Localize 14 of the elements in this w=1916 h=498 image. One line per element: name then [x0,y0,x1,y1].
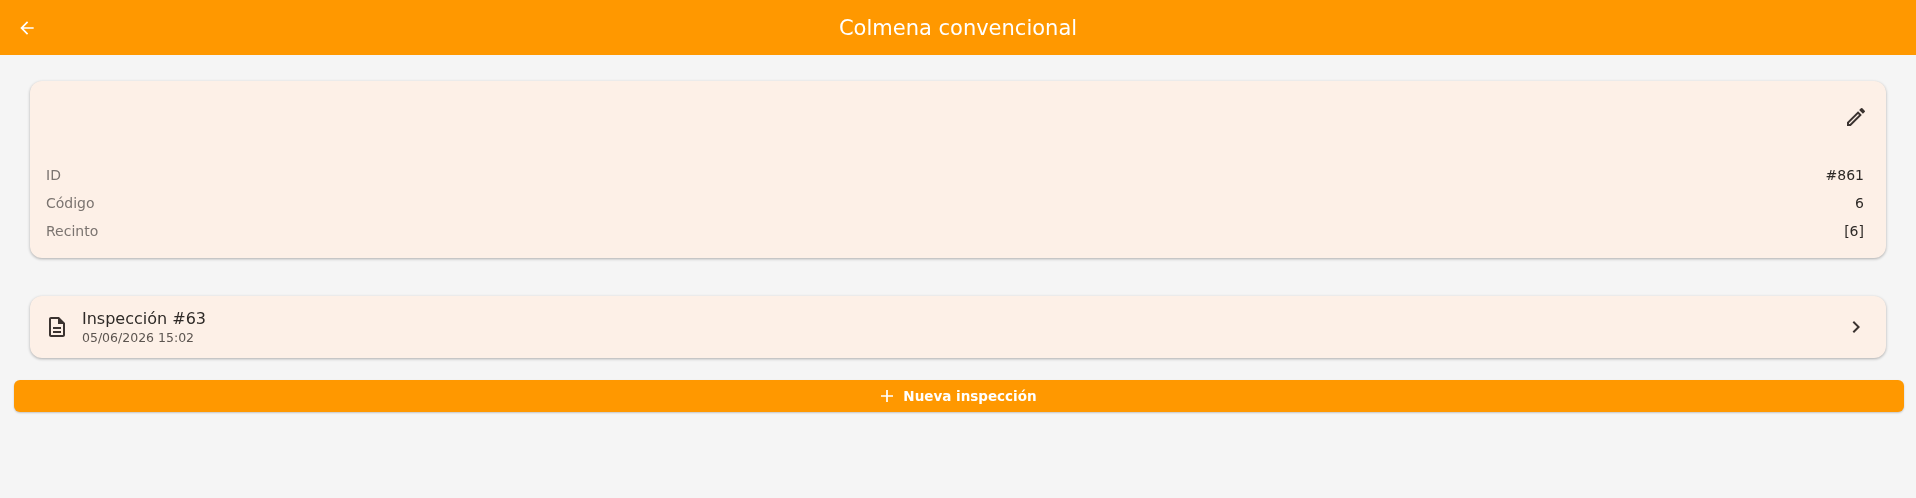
inspection-list-item[interactable]: Inspección #63 05/06/2026 15:02 [30,296,1886,358]
document-icon [48,317,66,337]
field-label: Recinto [46,223,99,239]
field-value: [6] [1844,223,1864,239]
chevron-right-icon [1852,321,1860,333]
inspection-date: 05/06/2026 15:02 [82,330,196,345]
inspection-title: Inspección #63 [82,309,207,328]
field-value: 6 [1855,195,1864,211]
pencil-icon [1844,105,1868,129]
field-label: ID [46,167,61,183]
field-value: #861 [1825,167,1864,183]
field-label: Código [46,195,95,211]
screen-title: Colmena convencional [838,15,1078,40]
plus-icon [881,390,894,402]
